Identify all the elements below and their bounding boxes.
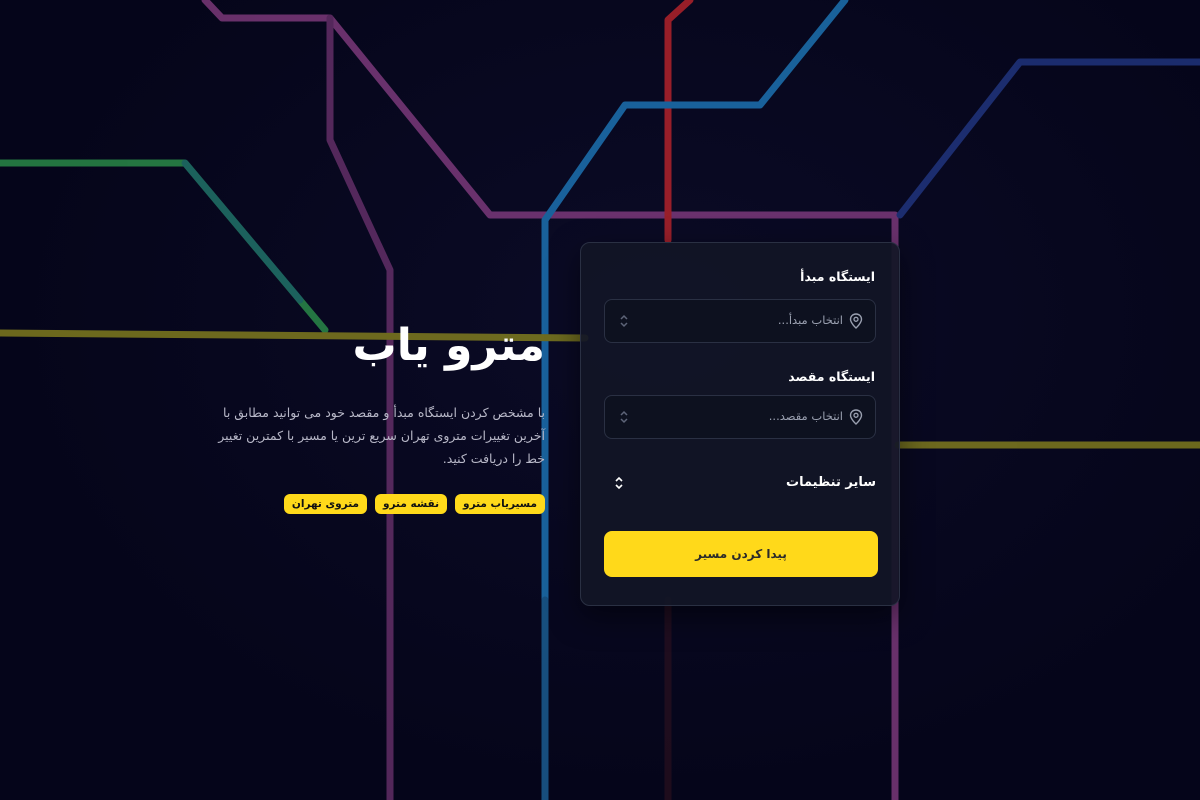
location-pin-icon [849,409,863,425]
origin-label: ایستگاه مبدأ [800,269,875,284]
tag-tehran-metro[interactable]: متروی تهران [283,494,367,514]
page-title: مترو یاب [352,320,546,371]
page: مترو یاب با مشخص کردن ایستگاه مبدأ و مقص… [0,0,1200,800]
destination-placeholder: انتخاب مقصد... [768,409,843,423]
origin-select[interactable]: انتخاب مبدأ... [604,299,876,343]
tag-metro-route-finder[interactable]: مسیریاب مترو [455,494,545,514]
destination-select[interactable]: انتخاب مقصد... [604,395,876,439]
metro-line-green [0,159,329,334]
updown-chevron-icon [620,410,628,424]
destination-label: ایستگاه مقصد [788,369,875,384]
find-route-button[interactable]: پیدا کردن مسیر [604,531,878,577]
other-settings-toggle[interactable]: سایر تنظیمات [604,471,876,499]
updown-chevron-icon [620,314,628,328]
metro-line-green-fade [181,159,304,304]
metro-line-red [664,0,694,244]
origin-placeholder: انتخاب مبدأ... [777,313,843,327]
other-settings-label: سایر تنظیمات [786,475,876,490]
hero-section: مترو یاب با مشخص کردن ایستگاه مبدأ و مقص… [215,320,545,514]
location-pin-icon [849,313,863,329]
route-form-card: ایستگاه مبدأ انتخاب مبدأ... ایستگاه مقصد… [580,242,900,606]
tag-list: مسیریاب مترو نقشه مترو متروی تهران [215,494,545,514]
metro-line-navy [896,58,1200,219]
tag-metro-map[interactable]: نقشه مترو [374,494,448,514]
hero-description: با مشخص کردن ایستگاه مبدأ و مقصد خود می … [218,405,545,466]
updown-chevron-icon [615,476,623,490]
